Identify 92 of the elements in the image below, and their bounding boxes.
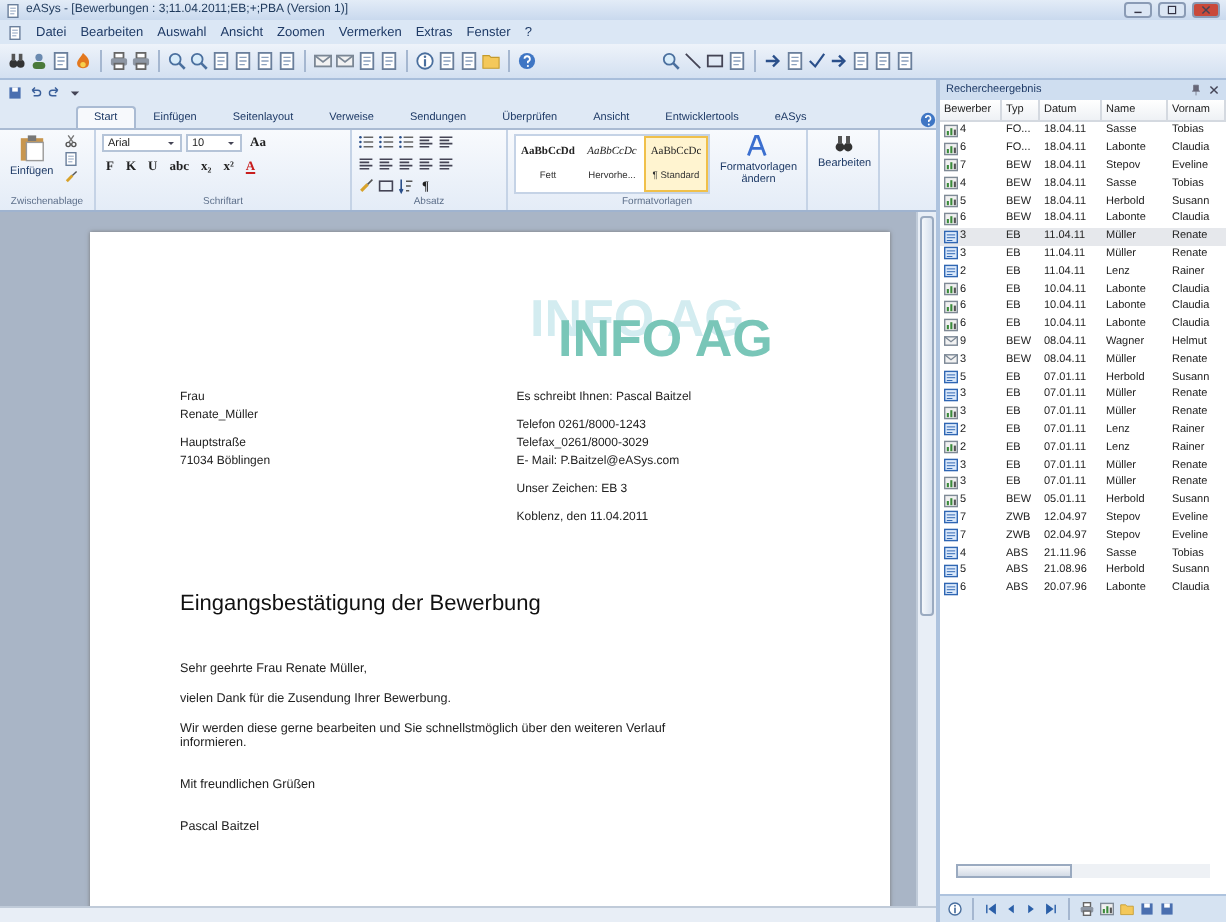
page-icon[interactable] — [212, 52, 230, 70]
page-icon[interactable] — [852, 52, 870, 70]
fire-icon[interactable] — [74, 52, 92, 70]
page-icon[interactable] — [63, 152, 78, 166]
page-icon — [6, 3, 20, 17]
horizontal-scrollbar[interactable] — [0, 906, 936, 922]
rectangle-icon[interactable] — [378, 178, 394, 194]
binoculars-icon — [834, 134, 855, 154]
letter-icon — [944, 528, 958, 543]
person-icon[interactable] — [30, 52, 48, 70]
letter-icon — [944, 422, 958, 437]
brush-icon[interactable] — [63, 170, 78, 184]
scissors-icon[interactable] — [63, 134, 78, 148]
letter-icon — [944, 458, 958, 473]
magnifier-icon[interactable] — [662, 52, 680, 70]
chart-page-icon — [944, 493, 958, 508]
envelope-icon[interactable] — [336, 52, 354, 70]
align-icon[interactable] — [438, 156, 454, 172]
maximize-button[interactable] — [1158, 2, 1186, 18]
close-icon — [1200, 4, 1212, 16]
save-icon[interactable] — [1160, 902, 1174, 916]
prev-icon[interactable] — [1004, 902, 1018, 916]
letter-icon — [944, 581, 958, 596]
chart-page-icon[interactable] — [1100, 902, 1114, 916]
caret-icon — [166, 138, 176, 148]
page-icon[interactable] — [278, 52, 296, 70]
chart-page-icon — [944, 475, 958, 490]
last-icon[interactable] — [1044, 902, 1058, 916]
line-icon[interactable] — [684, 52, 702, 70]
horizontal-scrollbar[interactable] — [956, 864, 1210, 878]
arrow-icon[interactable] — [764, 52, 782, 70]
letter-icon — [944, 510, 958, 525]
page-icon[interactable] — [52, 52, 70, 70]
info-icon[interactable] — [948, 902, 962, 916]
page-icon[interactable] — [234, 52, 252, 70]
page-icon[interactable] — [380, 52, 398, 70]
chart-page-icon — [944, 317, 958, 332]
envelope-icon — [944, 352, 958, 367]
next-icon[interactable] — [1024, 902, 1038, 916]
first-icon[interactable] — [984, 902, 998, 916]
info-icon[interactable] — [416, 52, 434, 70]
printer-icon[interactable] — [110, 52, 128, 70]
align-icon[interactable] — [378, 156, 394, 172]
chart-page-icon — [944, 440, 958, 455]
clipboard-icon — [17, 134, 46, 162]
chart-page-icon — [944, 176, 958, 191]
page-icon[interactable] — [728, 52, 746, 70]
pin-icon[interactable] — [1190, 84, 1202, 96]
bullets-icon[interactable] — [398, 134, 414, 150]
bullets-icon[interactable] — [378, 134, 394, 150]
align-icon[interactable] — [418, 134, 434, 150]
page-icon[interactable] — [8, 25, 22, 39]
letter-icon — [944, 264, 958, 279]
help-icon[interactable] — [920, 112, 936, 128]
sort-icon[interactable] — [398, 178, 414, 194]
magnifier-icon[interactable] — [168, 52, 186, 70]
redo-icon[interactable] — [48, 85, 62, 99]
vertical-scrollbar[interactable] — [916, 212, 936, 906]
printer-icon[interactable] — [132, 52, 150, 70]
page-icon[interactable] — [460, 52, 478, 70]
close-button[interactable] — [1192, 2, 1220, 18]
printer-icon[interactable] — [1080, 902, 1094, 916]
envelope-icon — [944, 334, 958, 349]
chart-page-icon — [944, 123, 958, 138]
page-icon[interactable] — [896, 52, 914, 70]
save-icon[interactable] — [1140, 902, 1154, 916]
page-icon[interactable] — [438, 52, 456, 70]
magnifier-icon[interactable] — [190, 52, 208, 70]
caret-icon — [226, 138, 236, 148]
company-logo: INFO AG — [558, 310, 773, 366]
align-icon[interactable] — [358, 156, 374, 172]
rectangle-icon[interactable] — [706, 52, 724, 70]
close-icon[interactable] — [1208, 84, 1220, 96]
help-icon[interactable] — [518, 52, 536, 70]
chart-page-icon — [944, 405, 958, 420]
binoculars-icon[interactable] — [8, 52, 26, 70]
save-icon[interactable] — [8, 85, 22, 99]
styles-icon — [746, 134, 771, 158]
align-icon[interactable] — [438, 134, 454, 150]
page-icon[interactable] — [358, 52, 376, 70]
page-icon[interactable] — [786, 52, 804, 70]
page-icon[interactable] — [874, 52, 892, 70]
arrow-icon[interactable] — [830, 52, 848, 70]
letter-subject: Eingangsbestätigung der Bewerbung — [180, 592, 543, 616]
bullets-icon[interactable] — [358, 134, 374, 150]
align-icon[interactable] — [418, 156, 434, 172]
check-icon[interactable] — [808, 52, 826, 70]
page-icon[interactable] — [256, 52, 274, 70]
envelope-icon[interactable] — [314, 52, 332, 70]
align-icon[interactable] — [398, 156, 414, 172]
maximize-icon — [1166, 4, 1178, 16]
undo-icon[interactable] — [28, 85, 42, 99]
